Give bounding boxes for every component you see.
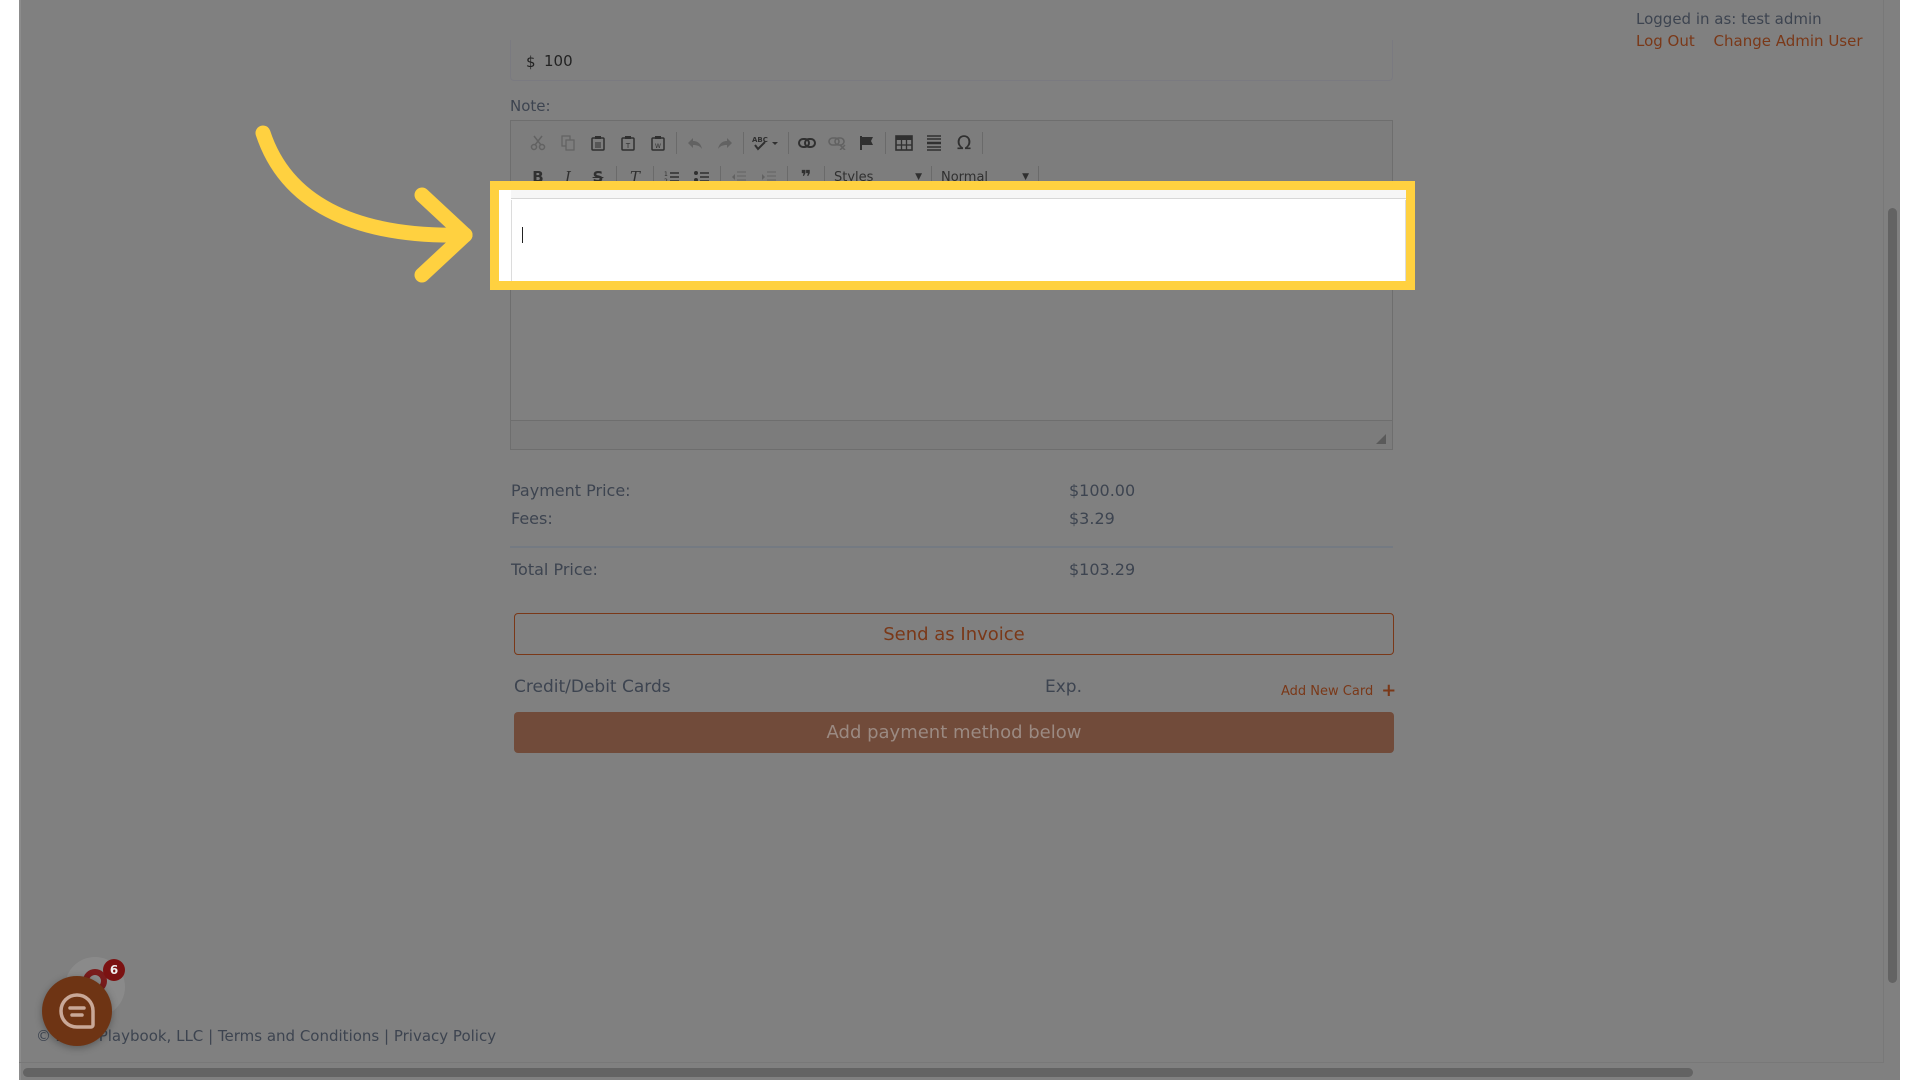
link-icon[interactable] (792, 130, 822, 156)
page-bottom-edge (19, 1062, 1884, 1063)
toolbar-row-1: T W ABC Ω (523, 130, 986, 156)
spellcheck-icon[interactable]: ABC (747, 130, 785, 156)
horizontal-scrollbar-thumb[interactable] (23, 1068, 1693, 1077)
total-price-label: Total Price: (511, 560, 598, 579)
editor-top-strip (511, 190, 1406, 199)
vertical-scrollbar-thumb[interactable] (1888, 208, 1897, 983)
copy-icon[interactable] (553, 130, 583, 156)
svg-text:T: T (625, 142, 631, 150)
chat-notification-badge: 6 (103, 959, 125, 981)
note-text-input[interactable] (511, 200, 1406, 281)
login-info: Logged in as: test admin Log Out Change … (1636, 8, 1877, 52)
terms-link[interactable]: Terms and Conditions (218, 1027, 379, 1045)
horizontal-rule-icon[interactable] (919, 130, 949, 156)
amount-input[interactable]: $ 100 (510, 40, 1393, 81)
paste-word-icon[interactable]: W (643, 130, 673, 156)
privacy-link[interactable]: Privacy Policy (394, 1027, 496, 1045)
redo-icon[interactable] (710, 130, 740, 156)
footer-separator: | (208, 1027, 214, 1045)
logged-in-text: Logged in as: test admin (1636, 10, 1822, 28)
expiration-label: Exp. (1045, 677, 1082, 697)
add-new-card-button[interactable]: Add New Card + (1281, 682, 1396, 700)
change-admin-link[interactable]: Change Admin User (1714, 32, 1863, 50)
toolbar-separator (982, 132, 983, 154)
note-label: Note: (510, 97, 551, 115)
cut-icon[interactable] (523, 130, 553, 156)
chat-bubble-icon (59, 993, 95, 1029)
toolbar-separator (788, 132, 789, 154)
unlink-icon[interactable] (822, 130, 852, 156)
toolbar-separator (885, 132, 886, 154)
pricing-divider (510, 546, 1393, 548)
plus-icon: + (1381, 680, 1397, 701)
toolbar-separator (743, 132, 744, 154)
resize-handle-icon[interactable] (1376, 434, 1386, 444)
editor-status-bar (511, 420, 1392, 449)
log-out-link[interactable]: Log Out (1636, 32, 1695, 50)
payment-price-label: Payment Price: (511, 481, 631, 500)
anchor-flag-icon[interactable] (852, 130, 882, 156)
currency-symbol: $ (526, 53, 536, 71)
annotation-arrow-icon (255, 125, 473, 283)
svg-text:W: W (655, 143, 661, 150)
text-cursor (522, 227, 523, 243)
add-payment-method-button[interactable]: Add payment method below (514, 712, 1394, 753)
table-icon[interactable] (889, 130, 919, 156)
paste-text-icon[interactable]: T (613, 130, 643, 156)
paste-icon[interactable] (583, 130, 613, 156)
special-character-icon[interactable]: Ω (949, 130, 979, 156)
undo-icon[interactable] (680, 130, 710, 156)
fees-label: Fees: (511, 509, 553, 528)
credit-debit-cards-label: Credit/Debit Cards (514, 677, 671, 697)
add-new-card-label: Add New Card (1281, 683, 1374, 699)
footer-separator: | (384, 1027, 390, 1045)
svg-text:1: 1 (664, 171, 668, 178)
toolbar-separator (676, 132, 677, 154)
send-as-invoice-button[interactable]: Send as Invoice (514, 613, 1394, 655)
amount-value: 100 (544, 52, 573, 70)
fees-value: $3.29 (1069, 509, 1115, 528)
total-price-value: $103.29 (1069, 560, 1136, 579)
highlight-annotation (490, 181, 1415, 290)
page-edge (1883, 0, 1884, 1062)
chat-launcher-button[interactable] (42, 976, 112, 1046)
payment-price-value: $100.00 (1069, 481, 1136, 500)
